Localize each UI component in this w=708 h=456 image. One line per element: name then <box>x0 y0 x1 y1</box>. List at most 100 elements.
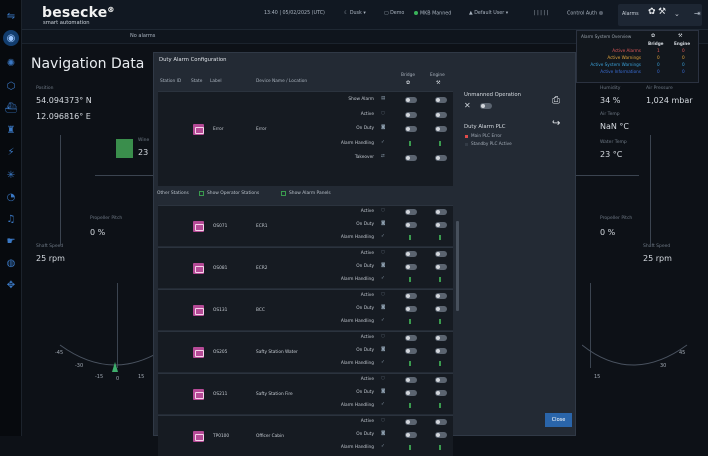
alarm-row-bridge: 0 <box>657 55 660 60</box>
bridge-toggle[interactable] <box>405 209 417 215</box>
handling-indicator <box>439 445 441 450</box>
bridge-toggle[interactable] <box>405 335 417 341</box>
control-dot-icon <box>598 11 603 15</box>
settings-icon[interactable]: ✺ <box>3 55 19 71</box>
puzzle-icon[interactable]: ✥ <box>3 277 19 293</box>
handling-indicator <box>409 403 411 408</box>
globe-icon[interactable]: ◍ <box>3 255 19 271</box>
gauge-icon[interactable]: ◔ <box>3 189 19 205</box>
bridge-toggle[interactable] <box>405 432 417 438</box>
engine-toggle[interactable] <box>435 97 447 103</box>
duty-icon: ◙ <box>381 221 386 226</box>
station-name: Officer Cabin <box>256 434 284 439</box>
tower-icon[interactable]: ♜ <box>3 122 19 138</box>
page-title: Navigation Data <box>31 56 145 72</box>
control-label: On Duty <box>356 390 374 395</box>
duty-icon: ◙ <box>381 389 386 394</box>
engine-toggle[interactable] <box>435 209 447 215</box>
engine-toggle[interactable] <box>435 306 447 312</box>
mode-status[interactable]: MKB Manned <box>414 11 451 17</box>
ship-icon[interactable]: ⛴ <box>3 100 19 116</box>
plc-main-legend: Main PLC Error <box>465 133 502 138</box>
alarm-row-bridge: 0 <box>657 62 660 67</box>
bell-icon[interactable]: ♫ <box>3 211 19 227</box>
shaft-label-left: Shaft Speed <box>36 244 64 249</box>
air-temp-label: Air Temp <box>600 112 620 117</box>
engine-toggle[interactable] <box>435 264 447 270</box>
bridge-toggle[interactable] <box>405 306 417 312</box>
engine-toggle[interactable] <box>435 155 447 161</box>
show-alarm-panels-checkbox[interactable] <box>281 191 286 196</box>
control-label: Active <box>360 209 374 214</box>
fan-icon[interactable]: ✳ <box>3 167 19 183</box>
propeller-value-left: 0 % <box>90 228 106 237</box>
bridge-toggle[interactable] <box>405 251 417 257</box>
handling-indicator <box>409 445 411 450</box>
control-label: Takeover <box>354 155 374 160</box>
alarm-overview-wrench-icon: ⚒ <box>678 33 683 39</box>
bridge-toggle[interactable] <box>405 390 417 396</box>
unmanned-toggle[interactable] <box>480 103 492 109</box>
alarms-label: Alarms <box>622 12 639 17</box>
print-icon[interactable]: ⎙ <box>552 95 560 106</box>
bridge-toggle[interactable] <box>405 111 417 118</box>
shaft-label-right: Shaft Speed <box>643 244 671 249</box>
station-name: Safty Station Water <box>256 350 298 355</box>
station-name: Safty Station Fire <box>256 392 293 397</box>
connection-status[interactable]: ▢ Demo <box>384 11 404 16</box>
engine-toggle[interactable] <box>435 251 447 257</box>
alarm-row-bridge: 1 <box>657 48 660 53</box>
propeller-value-right: 0 % <box>600 228 616 237</box>
bridge-toggle[interactable] <box>405 348 417 354</box>
bridge-toggle[interactable] <box>405 126 417 132</box>
mode-label: MKB Manned <box>420 11 452 17</box>
station-row: OS211 Safty Station Fire Active ◌ On Duty ◙ Al… <box>158 373 453 414</box>
hand-icon[interactable]: ☛ <box>3 233 19 249</box>
dial-right-tick-2: 45 <box>679 350 685 356</box>
engine-toggle[interactable] <box>435 432 447 438</box>
bridge-toggle[interactable] <box>405 377 417 383</box>
share-icon[interactable]: ↪ <box>552 118 560 129</box>
alarms-button[interactable]: Alarms ✿ ⚒ ⌄ <box>618 4 702 26</box>
control-label: On Duty <box>356 222 374 227</box>
engine-toggle[interactable] <box>435 377 447 383</box>
logout-icon[interactable]: ⇥ <box>694 9 701 18</box>
bridge-toggle[interactable] <box>405 419 417 425</box>
brand-tagline: smart automation <box>43 20 90 26</box>
station-row: OS071 ECR1 Active ◌ On Duty ◙ Alarm Handling ✓ <box>158 205 453 246</box>
control-label: On Duty <box>356 348 374 353</box>
station-id: OS081 <box>213 266 228 271</box>
engine-toggle[interactable] <box>435 335 447 341</box>
power-icon[interactable]: ⚡ <box>3 144 19 160</box>
control-label: Alarm Handling <box>340 319 374 324</box>
engine-toggle[interactable] <box>435 293 447 299</box>
engine-toggle[interactable] <box>435 390 447 396</box>
duty-icon: ◙ <box>381 263 386 268</box>
monitor-icon: ▤ <box>381 96 386 101</box>
station-monitor-icon <box>193 431 204 442</box>
power-icon: ◌ <box>381 418 385 423</box>
handling-indicator <box>409 140 411 146</box>
engine-toggle[interactable] <box>435 419 447 425</box>
engine-toggle[interactable] <box>435 348 447 354</box>
control-auth[interactable]: Control Auth <box>567 11 605 17</box>
alarm-row-label: Active System Warnings <box>590 62 641 67</box>
engine-toggle[interactable] <box>435 222 447 228</box>
bridge-toggle[interactable] <box>405 222 417 228</box>
bridge-toggle[interactable] <box>405 155 417 161</box>
bridge-toggle[interactable] <box>405 293 417 299</box>
bridge-toggle[interactable] <box>405 264 417 270</box>
network-icon[interactable]: ⬡ <box>3 78 19 94</box>
navigation-icon[interactable]: ◉ <box>3 30 19 46</box>
control-label: Active <box>360 377 374 382</box>
user-menu[interactable]: ▲ Default User ▾ <box>469 11 508 16</box>
bridge-toggle[interactable] <box>405 97 417 103</box>
unmanned-mode-icon: ✕ <box>464 101 471 110</box>
theme-toggle[interactable]: ☾ Dusk ▾ <box>344 11 366 16</box>
station-id: OS205 <box>213 350 228 355</box>
engine-toggle[interactable] <box>435 111 447 118</box>
engine-toggle[interactable] <box>435 126 447 132</box>
close-button[interactable]: Close <box>545 413 572 427</box>
show-operator-checkbox[interactable] <box>199 191 204 196</box>
menu-icon[interactable]: ⇋ <box>3 8 19 24</box>
